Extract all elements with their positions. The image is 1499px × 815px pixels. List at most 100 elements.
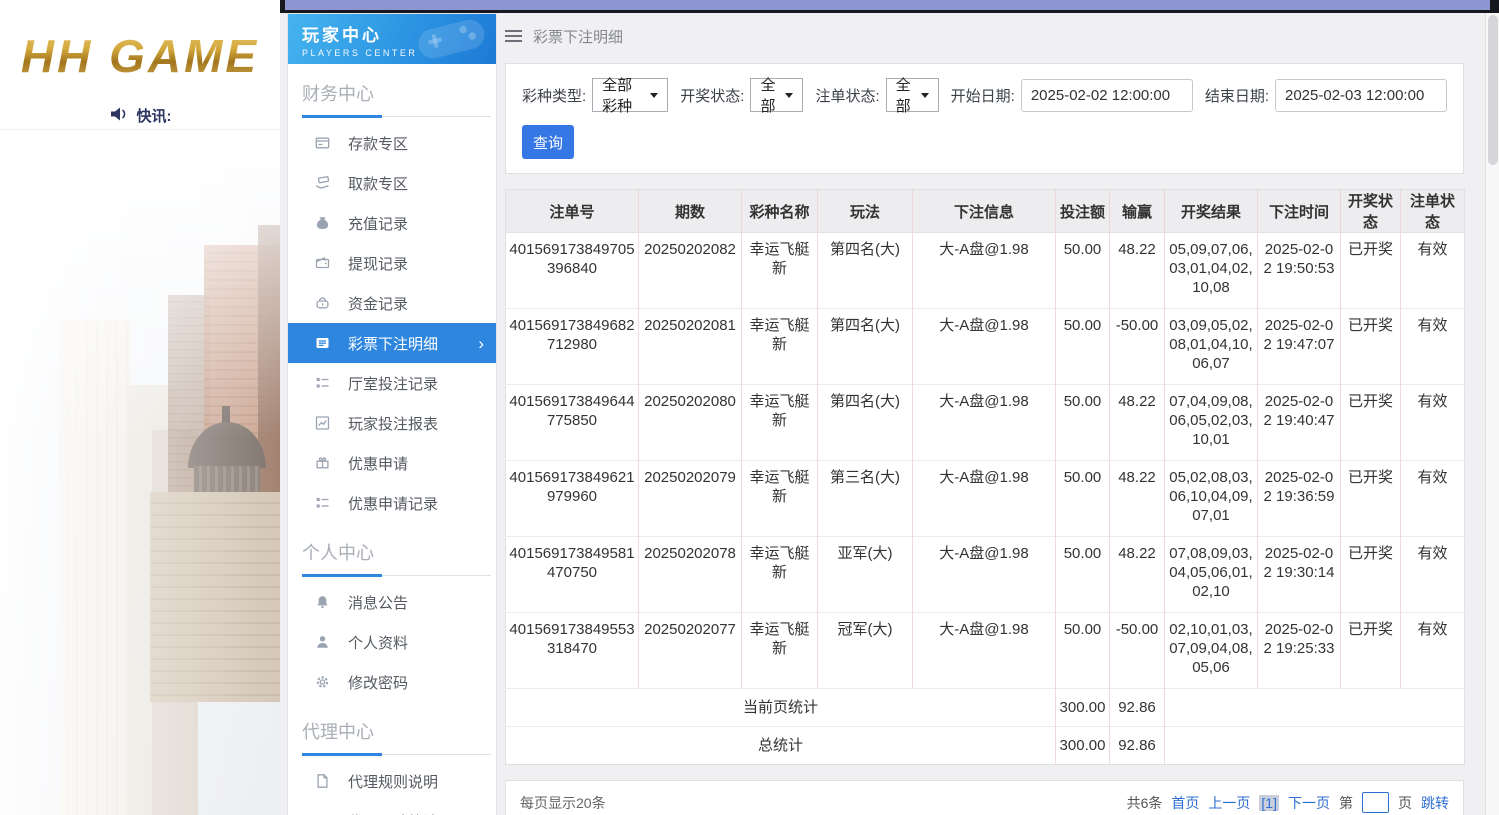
sidebar-item[interactable]: 玩家投注报表	[288, 403, 496, 443]
table-cell: 401569173849644775850	[505, 384, 639, 461]
news-label: 快讯:	[136, 108, 172, 125]
table-cell: 50.00	[1055, 308, 1110, 385]
sidebar-item[interactable]: 个人资料	[288, 622, 496, 662]
table-row: 401569173849621979960 20250202079 幸运飞艇新 第三名…	[505, 460, 1465, 537]
section-title: 代理中心	[302, 722, 374, 742]
app-region: 玩家中心 PLAYERS CENTER 财务中心 存款专区 取款专区 充值记录 提现记录…	[280, 0, 1499, 815]
table-cell: 幸运飞艇新	[741, 460, 818, 537]
table-cell: 大-A盘@1.98	[912, 612, 1056, 689]
draw-status-label: 开奖状态:	[680, 87, 745, 105]
city-background-image	[0, 130, 280, 815]
chevron-right-icon: ›	[478, 333, 484, 353]
deposit-card-icon	[314, 135, 332, 151]
section-divider	[302, 753, 491, 756]
summary-bet-total: 300.00	[1055, 688, 1110, 727]
page-title: 彩票下注明细	[533, 28, 624, 46]
sidebar-item-label: 优惠申请记录	[348, 495, 439, 513]
bets-table: 注单号 期数 彩种名称 玩法 下注信息 投注额 输赢 开奖结果 下注时间 开奖状态 注单状态 401…	[505, 189, 1465, 765]
table-cell: 48.22	[1109, 460, 1165, 537]
sidebar-item[interactable]: 充值记录	[288, 203, 496, 243]
sidebar-item[interactable]: 厅室投注记录	[288, 363, 496, 403]
lottery-type-label: 彩种类型:	[522, 87, 587, 105]
jump-link[interactable]: 跳转	[1421, 793, 1449, 813]
table-cell: 亚军(大)	[817, 536, 913, 613]
column-header: 注单号	[505, 189, 639, 233]
sidebar-item[interactable]: 优惠申请	[288, 443, 496, 483]
table-row: 401569173849682712980 20250202081 幸运飞艇新 第四名…	[505, 308, 1465, 385]
sidebar-item[interactable]: 代理团队统计	[288, 801, 496, 815]
next-page-link[interactable]: 下一页	[1288, 793, 1330, 813]
sidebar-item[interactable]: 代理规则说明	[288, 761, 496, 801]
table-cell: 有效	[1400, 536, 1465, 613]
table-cell: 大-A盘@1.98	[912, 308, 1056, 385]
summary-bet-total: 300.00	[1055, 726, 1110, 765]
column-header: 期数	[638, 189, 742, 233]
page-header: 彩票下注明细	[505, 14, 1464, 58]
table-row: 401569173849581470750 20250202078 幸运飞艇新 亚军(…	[505, 536, 1465, 613]
prev-page-link[interactable]: 上一页	[1208, 793, 1250, 813]
table-cell: 50.00	[1055, 612, 1110, 689]
news-ticker: 快讯:	[0, 102, 280, 130]
sidebar-item[interactable]: 彩票下注明细 ›	[288, 323, 496, 363]
menu-toggle-icon[interactable]	[505, 30, 522, 42]
table-cell: 幸运飞艇新	[741, 536, 818, 613]
withdraw-hand-icon	[314, 175, 332, 191]
column-header: 彩种名称	[741, 189, 818, 233]
table-cell: 48.22	[1109, 536, 1165, 613]
sidebar-item[interactable]: 修改密码	[288, 662, 496, 702]
table-cell: 20250202082	[638, 232, 742, 309]
sidebar-item-label: 代理团队统计	[348, 811, 438, 815]
start-date-input[interactable]	[1020, 78, 1193, 112]
sidebar-item-label: 玩家投注报表	[348, 415, 439, 433]
table-cell: 已开奖	[1340, 460, 1401, 537]
sidebar-item[interactable]: 提现记录	[288, 243, 496, 283]
table-cell: 有效	[1400, 384, 1465, 461]
order-status-select[interactable]: 全部	[885, 77, 939, 115]
sidebar-item[interactable]: 取款专区	[288, 163, 496, 203]
table-cell: 05,02,08,03,06,10,04,09,07,01	[1164, 460, 1258, 537]
list-card-icon	[314, 335, 332, 351]
page-jump-input[interactable]	[1362, 792, 1389, 813]
search-button[interactable]: 查询	[522, 125, 574, 159]
scrollbar-thumb[interactable]	[1488, 15, 1498, 165]
table-cell: 20250202077	[638, 612, 742, 689]
select-caret-icon	[785, 92, 794, 98]
table-cell: 50.00	[1055, 460, 1110, 537]
draw-status-select[interactable]: 全部	[750, 77, 804, 115]
table-cell: 401569173849621979960	[505, 460, 639, 537]
players-center-header: 玩家中心 PLAYERS CENTER	[288, 14, 496, 64]
table-cell: 20250202078	[638, 536, 742, 613]
summary-empty-cell	[1164, 688, 1465, 727]
table-cell: 幸运飞艇新	[741, 384, 818, 461]
first-page-link[interactable]: 首页	[1171, 793, 1199, 813]
jump-suffix-label: 页	[1398, 794, 1412, 811]
table-cell: 第四名(大)	[817, 384, 913, 461]
table-row: 401569173849644775850 20250202080 幸运飞艇新 第四名…	[505, 384, 1465, 461]
sidebar-item-label: 消息公告	[348, 594, 409, 612]
table-cell: -50.00	[1109, 308, 1165, 385]
table-cell: 有效	[1400, 460, 1465, 537]
column-header: 开奖状态	[1340, 189, 1401, 233]
person-icon	[314, 634, 332, 650]
summary-win-total: 92.86	[1109, 726, 1165, 765]
lottery-type-select[interactable]: 全部彩种	[592, 77, 669, 115]
chart-icon	[314, 415, 332, 431]
sidebar-item-label: 个人资料	[348, 634, 409, 652]
table-cell: 有效	[1400, 612, 1465, 689]
vertical-scrollbar[interactable]	[1485, 13, 1499, 815]
table-cell: 20250202081	[638, 308, 742, 385]
filter-panel: 彩种类型: 全部彩种 开奖状态: 全部 注单状态: 全部 开始日期: 2025-…	[505, 63, 1464, 174]
moneybag-icon	[314, 215, 332, 231]
column-header: 注单状态	[1400, 189, 1465, 233]
table-cell: 已开奖	[1340, 308, 1401, 385]
end-date-input[interactable]	[1275, 78, 1447, 112]
sidebar-item[interactable]: 优惠申请记录	[288, 483, 496, 523]
gift-icon	[314, 455, 332, 471]
sidebar-item-label: 取款专区	[348, 175, 409, 193]
sidebar-item[interactable]: 消息公告	[288, 582, 496, 622]
sidebar-item-label: 彩票下注明细	[348, 335, 439, 353]
sidebar-item[interactable]: 资金记录	[288, 283, 496, 323]
sidebar-item[interactable]: 存款专区	[288, 123, 496, 163]
summary-label: 总统计	[505, 726, 1056, 765]
top-banner	[280, 0, 1499, 13]
